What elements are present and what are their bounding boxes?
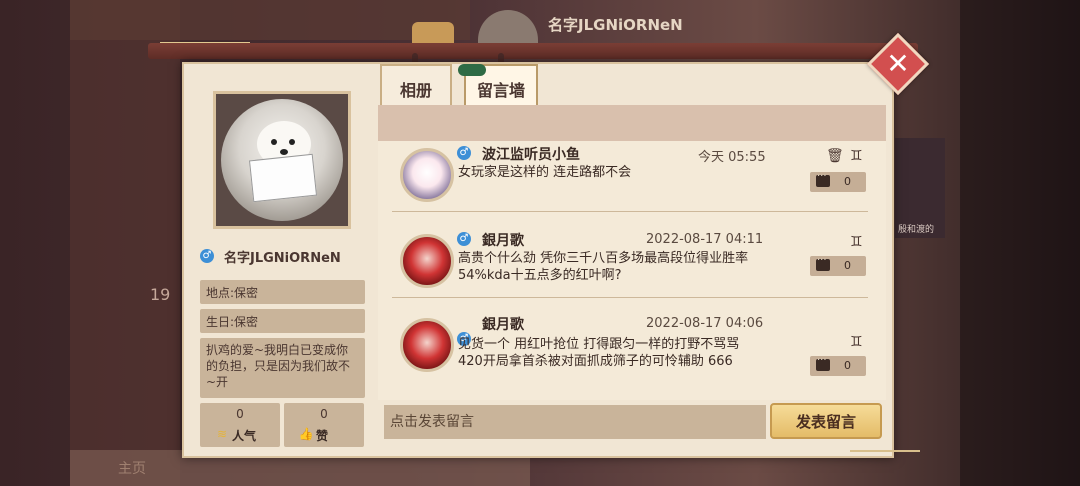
message-divider xyxy=(392,211,868,212)
male-icon: ♂ xyxy=(200,249,214,263)
dialog-top-bar xyxy=(148,43,918,59)
message-item: ♂ 銀月歌 2022-08-17 04:11 ♊ 高贵个什么劲 凭你三千八百多场… xyxy=(392,228,868,308)
profile-name: 名字JLGNiORNeN xyxy=(224,250,341,266)
reply-count: 0 xyxy=(844,259,851,272)
message-input[interactable] xyxy=(384,405,766,439)
popularity-icon: ≋ xyxy=(216,427,228,441)
trash-icon[interactable]: 🗑 xyxy=(826,148,844,164)
bottom-decoration xyxy=(850,450,920,456)
popularity-count: 0 xyxy=(236,407,244,421)
report-icon[interactable]: ♊ xyxy=(850,334,863,350)
active-tab-ribbon-icon xyxy=(458,64,486,76)
message-text: 高贵个什么劲 凭你三千八百多场最高段位得业胜率54%kda十五点多的红叶啊? xyxy=(458,251,749,283)
message-author[interactable]: 波江监听员小鱼 xyxy=(482,144,580,164)
message-time: 2022-08-17 04:06 xyxy=(646,316,764,331)
male-icon: ♂ xyxy=(457,232,471,246)
message-time: 2022-08-17 04:11 xyxy=(646,232,764,247)
avatar xyxy=(221,99,343,221)
reply-button[interactable]: 0 xyxy=(810,355,866,376)
dog-eye xyxy=(271,139,277,145)
background-right-panel xyxy=(960,0,1080,486)
popularity-label: 人气 xyxy=(232,429,257,443)
message-avatar[interactable] xyxy=(400,318,454,372)
message-author[interactable]: 銀月歌 xyxy=(482,314,524,334)
report-icon[interactable]: ♊ xyxy=(850,148,863,164)
post-message-button[interactable]: 发表留言 xyxy=(770,403,882,439)
dog-eye xyxy=(289,139,295,145)
reply-count: 0 xyxy=(844,175,851,188)
message-author[interactable]: 銀月歌 xyxy=(482,230,524,250)
message-item: ♂ 銀月歌 2022-08-17 04:06 ♊ 见货一个 用红叶抢位 打得跟匀… xyxy=(392,312,868,392)
profile-name-row: ♂ 名字JLGNiORNeN xyxy=(200,245,341,267)
likes-count: 0 xyxy=(320,407,328,421)
reply-button[interactable]: 0 xyxy=(810,255,866,276)
reply-button[interactable]: 0 xyxy=(810,171,866,192)
likes-stat[interactable]: 0 👍 赞 xyxy=(284,403,364,447)
comment-icon xyxy=(816,355,830,371)
background-caption: 殷和渡的 xyxy=(898,225,935,235)
thumbs-up-icon: 👍 xyxy=(298,427,314,441)
likes-label: 赞 xyxy=(316,429,329,443)
background-left-strip xyxy=(70,0,180,486)
report-icon[interactable]: ♊ xyxy=(850,234,863,250)
comment-icon xyxy=(816,255,830,271)
reply-count: 0 xyxy=(844,359,851,372)
background-top-bar xyxy=(70,0,470,40)
message-avatar[interactable] xyxy=(400,234,454,288)
message-time: 今天 05:55 xyxy=(698,150,766,165)
background-bottom-tab-label: 主页 xyxy=(118,461,146,477)
message-divider xyxy=(392,297,868,298)
male-icon: ♂ xyxy=(457,146,471,160)
background-player-name: 名字JLGNiORNeN xyxy=(548,16,683,34)
message-text: 女玩家是这样的 连走路都不会 xyxy=(458,165,632,180)
background-year: 19 xyxy=(150,285,171,304)
dog-paper xyxy=(248,153,318,203)
profile-avatar-frame[interactable] xyxy=(213,91,351,229)
message-text: 见货一个 用红叶抢位 打得跟匀一样的打野不骂骂420开局拿首杀被对面抓成筛子的可… xyxy=(458,337,740,369)
profile-signature: 扒鸡的爱~我明白已变成你的负担，只是因为我们故不~开 xyxy=(200,338,365,398)
profile-location: 地点:保密 xyxy=(200,280,365,304)
dog-nose xyxy=(280,149,288,155)
message-avatar[interactable] xyxy=(400,148,454,202)
comment-icon xyxy=(816,171,830,187)
message-item: ♂ 波江监听员小鱼 今天 05:55 🗑 ♊ 女玩家是这样的 连走路都不会 0 xyxy=(392,142,868,222)
profile-birthday: 生日:保密 xyxy=(200,309,365,333)
popularity-stat[interactable]: 0 ≋ 人气 xyxy=(200,403,280,447)
